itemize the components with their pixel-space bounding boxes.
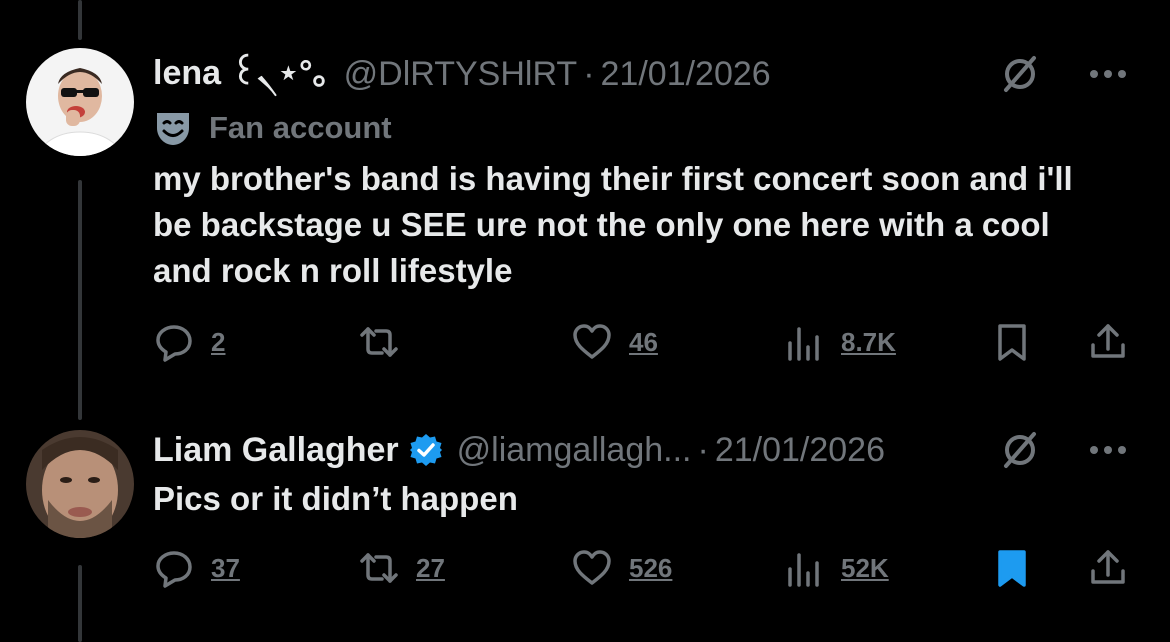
account-label-text: Fan account bbox=[209, 110, 392, 145]
display-name[interactable]: Liam Gallagher bbox=[153, 431, 399, 470]
reply-button[interactable]: 37 bbox=[153, 546, 240, 590]
like-count: 526 bbox=[629, 552, 673, 583]
retweet-count: 27 bbox=[416, 552, 445, 583]
views-icon bbox=[788, 327, 819, 361]
tweet-actions: 37 27 526 52K bbox=[153, 546, 1143, 590]
heart-icon bbox=[573, 550, 611, 585]
views-button[interactable]: 8.7K bbox=[783, 320, 896, 364]
more-options-icon[interactable] bbox=[1086, 428, 1130, 472]
post-date[interactable]: 21/01/2026 bbox=[715, 431, 885, 470]
tweet-header: Liam Gallagher @liamgallagh... · 21/01/2… bbox=[153, 428, 1130, 472]
retweet-icon bbox=[360, 327, 398, 357]
bookmark-icon bbox=[998, 324, 1026, 361]
user-handle[interactable]: @DlRTYSHlRT bbox=[344, 55, 578, 94]
views-count: 52K bbox=[841, 552, 889, 583]
like-count: 46 bbox=[629, 326, 658, 357]
theater-masks-icon bbox=[157, 113, 189, 145]
like-button[interactable]: 46 bbox=[571, 320, 658, 364]
header-actions bbox=[998, 52, 1130, 96]
avatar[interactable] bbox=[26, 430, 134, 538]
reply-icon bbox=[156, 325, 192, 362]
retweet-button[interactable] bbox=[358, 320, 416, 364]
separator-dot: · bbox=[583, 54, 595, 93]
share-button[interactable] bbox=[1087, 320, 1129, 364]
views-button[interactable]: 52K bbox=[783, 546, 889, 590]
retweet-icon bbox=[360, 553, 398, 583]
avatar[interactable] bbox=[26, 48, 134, 156]
reply-count: 2 bbox=[211, 326, 226, 357]
reply-button[interactable]: 2 bbox=[153, 320, 225, 364]
tweet-actions: 2 46 8.7K bbox=[153, 320, 1143, 364]
header-actions bbox=[998, 428, 1130, 472]
more-options-icon[interactable] bbox=[1086, 52, 1130, 96]
display-name[interactable]: lena ꒰৲⋆°｡ bbox=[153, 45, 330, 104]
like-button[interactable]: 526 bbox=[571, 546, 672, 590]
post-date[interactable]: 21/01/2026 bbox=[601, 55, 771, 94]
grok-icon[interactable] bbox=[998, 428, 1042, 472]
retweet-button[interactable]: 27 bbox=[358, 546, 445, 590]
account-label[interactable]: Fan account bbox=[153, 108, 392, 148]
verified-badge-icon bbox=[409, 434, 442, 466]
tweet-header: lena ꒰৲⋆°｡ @DlRTYSHlRT · 21/01/2026 bbox=[153, 52, 1130, 96]
tweet-lena[interactable]: lena ꒰৲⋆°｡ @DlRTYSHlRT · 21/01/2026 Fan … bbox=[0, 0, 1170, 420]
tweet-text: Pics or it didn’t happen bbox=[153, 480, 518, 517]
share-icon bbox=[1091, 324, 1125, 358]
bookmark-filled-icon bbox=[998, 550, 1026, 587]
share-button[interactable] bbox=[1087, 546, 1129, 590]
share-icon bbox=[1091, 550, 1125, 584]
views-count: 8.7K bbox=[841, 326, 896, 357]
heart-icon bbox=[573, 324, 611, 359]
user-handle[interactable]: @liamgallagh... bbox=[457, 431, 692, 470]
tweet-liam-gallagher[interactable]: Liam Gallagher @liamgallagh... · 21/01/2… bbox=[0, 420, 1170, 642]
reply-icon bbox=[156, 551, 192, 588]
separator-dot: · bbox=[697, 430, 709, 469]
bookmark-button[interactable] bbox=[991, 320, 1033, 364]
tweet-text: my brother's band is having their first … bbox=[153, 160, 1073, 289]
reply-count: 37 bbox=[211, 552, 240, 583]
views-icon bbox=[788, 553, 819, 587]
grok-icon[interactable] bbox=[998, 52, 1042, 96]
bookmark-button[interactable] bbox=[991, 546, 1033, 590]
